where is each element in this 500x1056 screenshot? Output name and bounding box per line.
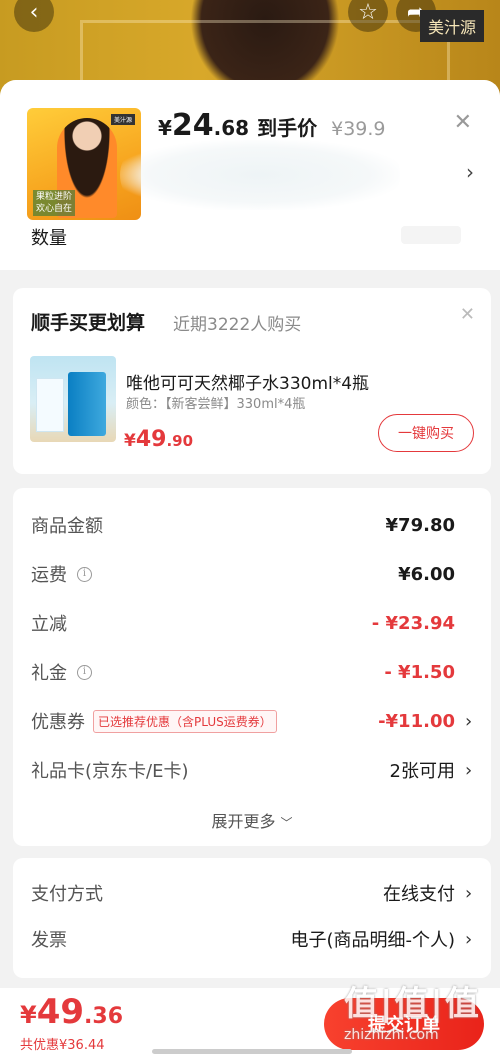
chevron-right-icon: ›: [465, 882, 473, 904]
row-payment-method[interactable]: 支付方式 在线支付 ›: [31, 880, 475, 906]
row-label: 礼金 i: [31, 659, 92, 685]
expand-more-button[interactable]: 展开更多 ﹀: [13, 808, 491, 832]
quantity-stepper[interactable]: [401, 226, 461, 244]
close-icon[interactable]: ✕: [454, 110, 472, 135]
chevron-right-icon: ›: [465, 759, 473, 781]
row-coupon[interactable]: 优惠券 已选推荐优惠（含PLUS运费券） -¥11.00 ›: [31, 708, 475, 734]
coupon-tag: 已选推荐优惠（含PLUS运费券）: [93, 709, 277, 733]
quantity-label: 数量: [31, 228, 67, 249]
upsell-product-price: ¥49.90: [124, 427, 193, 452]
chevron-right-icon[interactable]: ›: [466, 160, 474, 184]
total-price: ¥49.36: [20, 992, 123, 1032]
product-bottle-image: [68, 372, 106, 436]
row-instant-discount: 立减 - ¥23.94: [31, 610, 475, 636]
row-label: 发票: [31, 930, 67, 951]
row-label: 优惠券 已选推荐优惠（含PLUS运费券）: [31, 708, 277, 734]
chevron-down-icon: ﹀: [280, 816, 293, 830]
product-pack-image: [36, 378, 64, 432]
row-shipping: 运费 i ¥6.00: [31, 561, 475, 587]
row-gift-money: 礼金 i - ¥1.50: [31, 659, 475, 685]
upsell-product-image[interactable]: [30, 356, 116, 442]
row-label: 立减: [31, 614, 67, 635]
price-symbol: ¥: [124, 431, 136, 451]
chevron-right-icon: ›: [465, 928, 473, 950]
row-invoice[interactable]: 发票 电子(商品明细-个人) ›: [31, 926, 475, 952]
row-value: - ¥23.94: [371, 612, 455, 634]
star-icon: ☆: [358, 0, 378, 25]
row-label: 商品金额: [31, 516, 103, 537]
thumb-caption: 果粒进阶 欢心自在: [33, 190, 76, 216]
price-integer: 49: [135, 427, 167, 452]
watermark-url: zhizhizhi.com: [344, 1027, 439, 1043]
total-saving: 共优惠¥36.44: [20, 1038, 105, 1053]
row-label: 礼品卡(京东卡/E卡): [31, 761, 189, 782]
thumb-caption-line1: 果粒进阶: [36, 192, 73, 202]
site-watermark: 值|值|值 zhizhizhi.com: [344, 976, 494, 1046]
back-arrow-icon: ‹: [29, 0, 39, 25]
price-symbol: ¥: [158, 116, 172, 140]
price-symbol: ¥: [20, 1001, 37, 1029]
row-gift-card[interactable]: 礼品卡(京东卡/E卡) 2张可用 ›: [31, 757, 475, 783]
row-value: -¥11.00: [378, 710, 455, 732]
one-click-buy-button[interactable]: 一键购买: [378, 414, 474, 452]
thumb-caption-line2: 欢心自在: [36, 204, 73, 214]
home-indicator: [152, 1049, 352, 1054]
upsell-card: 顺手买更划算 近期3222人购买 ✕ 唯他可可天然椰子水330ml*4瓶 颜色：…: [13, 288, 491, 474]
checkout-sheet: 美汁源 果粒进阶 欢心自在 ¥ 24 .68 到手价 ¥39.9 ✕ › 数量 …: [0, 80, 500, 1056]
price-tag: 到手价: [257, 116, 318, 140]
watermark-logo: 值|值|值: [344, 984, 481, 1024]
row-goods-amount: 商品金额 ¥79.80: [31, 512, 475, 538]
price-decimal: .68: [213, 116, 250, 140]
price-decimal: .36: [84, 1004, 124, 1029]
row-value: ¥79.80: [385, 514, 455, 536]
row-value: ¥6.00: [398, 563, 455, 585]
brand-tag: 美汁源: [419, 10, 484, 42]
thumb-brand-tag: 美汁源: [110, 114, 135, 125]
back-button[interactable]: ‹: [14, 0, 54, 32]
row-value: - ¥1.50: [384, 661, 455, 683]
upsell-product-name[interactable]: 唯他可可天然椰子水330ml*4瓶: [126, 369, 369, 394]
price-decimal: .90: [166, 432, 194, 450]
row-value: 2张可用: [389, 761, 455, 782]
quantity-row: 数量: [13, 224, 491, 270]
shipping-label: 运费: [31, 565, 67, 586]
coupon-label: 优惠券: [31, 712, 85, 733]
upsell-product-spec: 颜色：【新客尝鲜】330ml*4瓶: [126, 397, 306, 412]
spec-selector[interactable]: [120, 140, 400, 210]
gift-money-label: 礼金: [31, 663, 67, 684]
close-icon[interactable]: ✕: [460, 304, 475, 325]
row-label: 支付方式: [31, 884, 103, 905]
row-label: 运费 i: [31, 561, 92, 587]
price-integer: 24: [171, 108, 214, 143]
info-icon[interactable]: i: [77, 566, 92, 582]
expand-more-label: 展开更多: [211, 812, 276, 831]
price-integer: 49: [36, 992, 85, 1032]
row-value: 电子(商品明细-个人): [290, 930, 455, 951]
chevron-right-icon: ›: [465, 710, 473, 732]
upsell-title: 顺手买更划算: [31, 312, 146, 334]
payment-card: 支付方式 在线支付 › 发票 电子(商品明细-个人) ›: [13, 858, 491, 978]
info-icon[interactable]: i: [77, 664, 92, 680]
row-value: 在线支付: [383, 884, 455, 905]
final-price: ¥ 24 .68 到手价 ¥39.9: [158, 108, 386, 143]
original-price: ¥39.9: [331, 118, 386, 140]
order-summary-card: 商品金额 ¥79.80 运费 i ¥6.00 立减 - ¥23.94 礼金 i - …: [13, 488, 491, 846]
upsell-subtitle: 近期3222人购买: [173, 315, 302, 335]
